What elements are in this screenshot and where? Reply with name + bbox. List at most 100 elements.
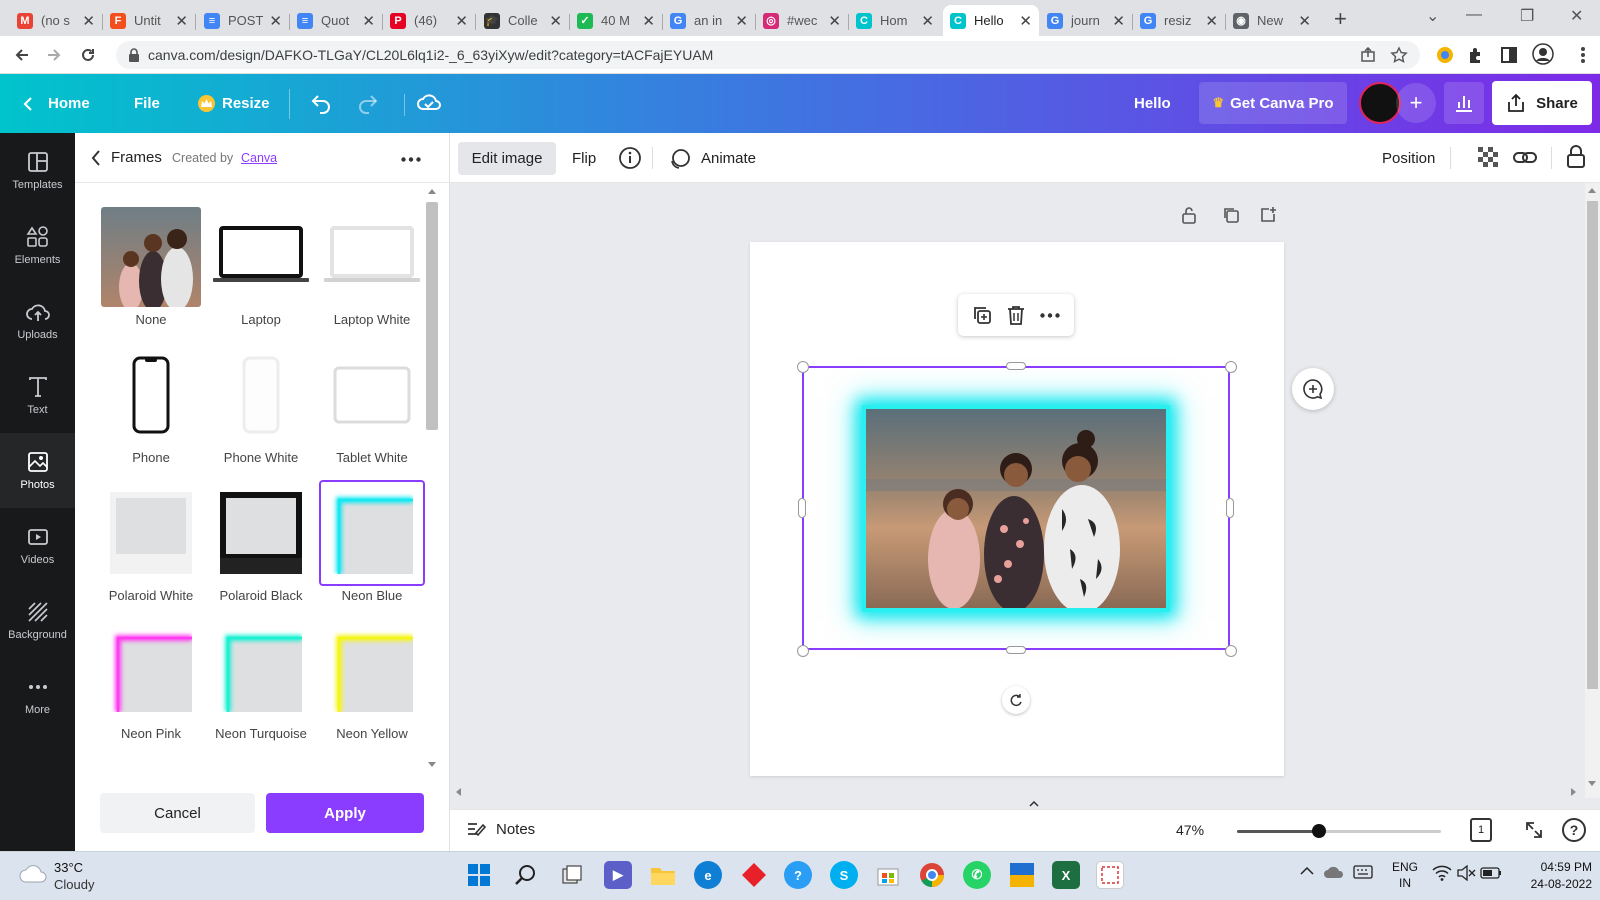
browser-tab[interactable]: Gan in ✕	[663, 5, 755, 36]
cancel-button[interactable]: Cancel	[100, 793, 255, 833]
rotate-icon[interactable]	[1002, 686, 1030, 714]
microsoft-store-icon[interactable]	[874, 861, 902, 889]
help-icon[interactable]: ?	[1562, 818, 1586, 842]
apply-button[interactable]: Apply	[266, 793, 424, 833]
flip-button[interactable]: Flip	[572, 142, 596, 175]
browser-tab[interactable]: Gjourn ✕	[1040, 5, 1132, 36]
frame-option-polaroid-white[interactable]: Polaroid White	[98, 480, 204, 610]
red-diamond-app-icon[interactable]	[740, 861, 768, 889]
back-chevron-icon[interactable]	[91, 150, 101, 166]
frame-option-neon-pink[interactable]: Neon Pink	[98, 618, 204, 748]
link-icon[interactable]	[1513, 147, 1537, 169]
keyboard-icon[interactable]	[1353, 865, 1373, 879]
zoom-percentage[interactable]: 47%	[1176, 822, 1204, 838]
notes-button[interactable]: Notes	[466, 820, 535, 838]
clock[interactable]: 04:59 PM 24-08-2022	[1510, 860, 1592, 891]
skype-icon[interactable]: S	[830, 861, 858, 889]
close-tab-icon[interactable]: ✕	[1112, 12, 1125, 30]
search-icon[interactable]	[512, 861, 540, 889]
sidebar-panel-icon[interactable]	[1500, 46, 1518, 64]
reload-icon[interactable]	[76, 43, 100, 67]
frame-option-phone-white[interactable]: Phone White	[208, 342, 314, 472]
position-button[interactable]: Position	[1382, 142, 1435, 175]
frame-option-none[interactable]: None	[98, 204, 204, 334]
more-options-icon[interactable]	[401, 157, 421, 162]
whatsapp-icon[interactable]: ✆	[963, 861, 991, 889]
avatar[interactable]	[1359, 82, 1401, 124]
resize-handle-top-left[interactable]	[797, 361, 809, 373]
resize-handle-bottom-right[interactable]	[1225, 645, 1237, 657]
add-page-icon[interactable]	[1259, 206, 1277, 224]
forward-arrow-icon[interactable]	[42, 43, 66, 67]
rail-text[interactable]: Text	[0, 358, 75, 433]
browser-tab[interactable]: 🎓 Colle ✕	[477, 5, 569, 36]
transparency-icon[interactable]	[1478, 147, 1500, 169]
resize-handle-right[interactable]	[1226, 498, 1234, 518]
rail-background[interactable]: Background	[0, 583, 75, 658]
snipping-tool-icon[interactable]	[1096, 861, 1124, 889]
windows-start-icon[interactable]	[465, 861, 493, 889]
close-tab-icon[interactable]: ✕	[549, 12, 562, 30]
browser-tab[interactable]: C Hello ✕	[943, 5, 1039, 36]
battery-icon[interactable]	[1480, 866, 1502, 880]
close-tab-icon[interactable]: ✕	[362, 12, 375, 30]
frame-option-neon-turquoise[interactable]: Neon Turquoise	[208, 618, 314, 748]
frame-option-laptop-white[interactable]: Laptop White	[319, 204, 425, 334]
info-icon[interactable]	[618, 146, 642, 170]
chrome-icon[interactable]	[918, 861, 946, 889]
onedrive-cloud-icon[interactable]	[1323, 864, 1345, 880]
browser-tab[interactable]: ✓ 40 M ✕	[570, 5, 662, 36]
animate-button[interactable]: Animate	[669, 142, 756, 175]
tab-search-chevron-icon[interactable]: ⌄	[1426, 6, 1439, 26]
restore-icon[interactable]: ❐	[1520, 6, 1534, 26]
zoom-slider-thumb[interactable]	[1311, 824, 1326, 838]
extensions-puzzle-icon[interactable]	[1467, 46, 1485, 64]
frame-option-neon-blue[interactable]: Neon Blue	[319, 480, 425, 610]
share-button[interactable]: Share	[1492, 81, 1592, 125]
resize-handle-top[interactable]	[1006, 362, 1026, 370]
creator-link[interactable]: Canva	[241, 151, 277, 165]
app-blue-yellow-icon[interactable]	[1008, 861, 1036, 889]
edge-browser-icon[interactable]: e	[694, 861, 722, 889]
rail-elements[interactable]: Elements	[0, 208, 75, 283]
help-app-icon[interactable]: ?	[784, 861, 812, 889]
back-arrow-icon[interactable]	[10, 43, 34, 67]
new-tab-button[interactable]: +	[1334, 6, 1347, 32]
design-title[interactable]: Hello	[1134, 74, 1171, 133]
resize-button[interactable]: Resize	[198, 74, 270, 133]
close-tab-icon[interactable]: ✕	[735, 12, 748, 30]
edit-image-button[interactable]: Edit image	[458, 142, 556, 175]
cloud-saved-icon[interactable]	[416, 90, 442, 114]
teams-chat-icon[interactable]: ▶	[604, 861, 632, 889]
resize-handle-left[interactable]	[798, 498, 806, 518]
share-page-icon[interactable]	[1360, 47, 1376, 63]
duplicate-page-icon[interactable]	[1222, 206, 1240, 224]
frame-option-neon-yellow[interactable]: Neon Yellow	[319, 618, 425, 748]
rail-videos[interactable]: Videos	[0, 508, 75, 583]
browser-menu-icon[interactable]	[1580, 46, 1586, 64]
more-element-options-icon[interactable]	[1040, 312, 1061, 318]
language-indicator[interactable]: ENG IN	[1390, 860, 1420, 890]
duplicate-element-icon[interactable]	[972, 305, 992, 325]
undo-icon[interactable]	[309, 91, 333, 115]
browser-tab[interactable]: ≡ POST ✕	[197, 5, 289, 36]
lock-element-icon[interactable]	[1566, 145, 1586, 169]
rail-more[interactable]: More	[0, 658, 75, 733]
chevron-up-icon[interactable]	[1300, 866, 1314, 876]
file-menu-button[interactable]: File	[134, 74, 160, 133]
frame-option-laptop[interactable]: Laptop	[208, 204, 314, 334]
browser-tab[interactable]: ◎ #wec ✕	[756, 5, 848, 36]
rail-uploads[interactable]: Uploads	[0, 283, 75, 358]
resize-handle-bottom[interactable]	[1006, 646, 1026, 654]
close-tab-icon[interactable]: ✕	[642, 12, 655, 30]
resize-handle-top-right[interactable]	[1225, 361, 1237, 373]
resize-handle-bottom-left[interactable]	[797, 645, 809, 657]
close-tab-icon[interactable]: ✕	[175, 12, 188, 30]
delete-trash-icon[interactable]	[1007, 305, 1025, 325]
task-view-icon[interactable]	[558, 861, 586, 889]
close-tab-icon[interactable]: ✕	[82, 12, 95, 30]
extension-colorful-icon[interactable]	[1436, 46, 1454, 64]
neon-framed-photo[interactable]	[862, 405, 1170, 612]
zoom-slider-track[interactable]	[1237, 824, 1441, 838]
close-tab-icon[interactable]: ✕	[828, 12, 841, 30]
